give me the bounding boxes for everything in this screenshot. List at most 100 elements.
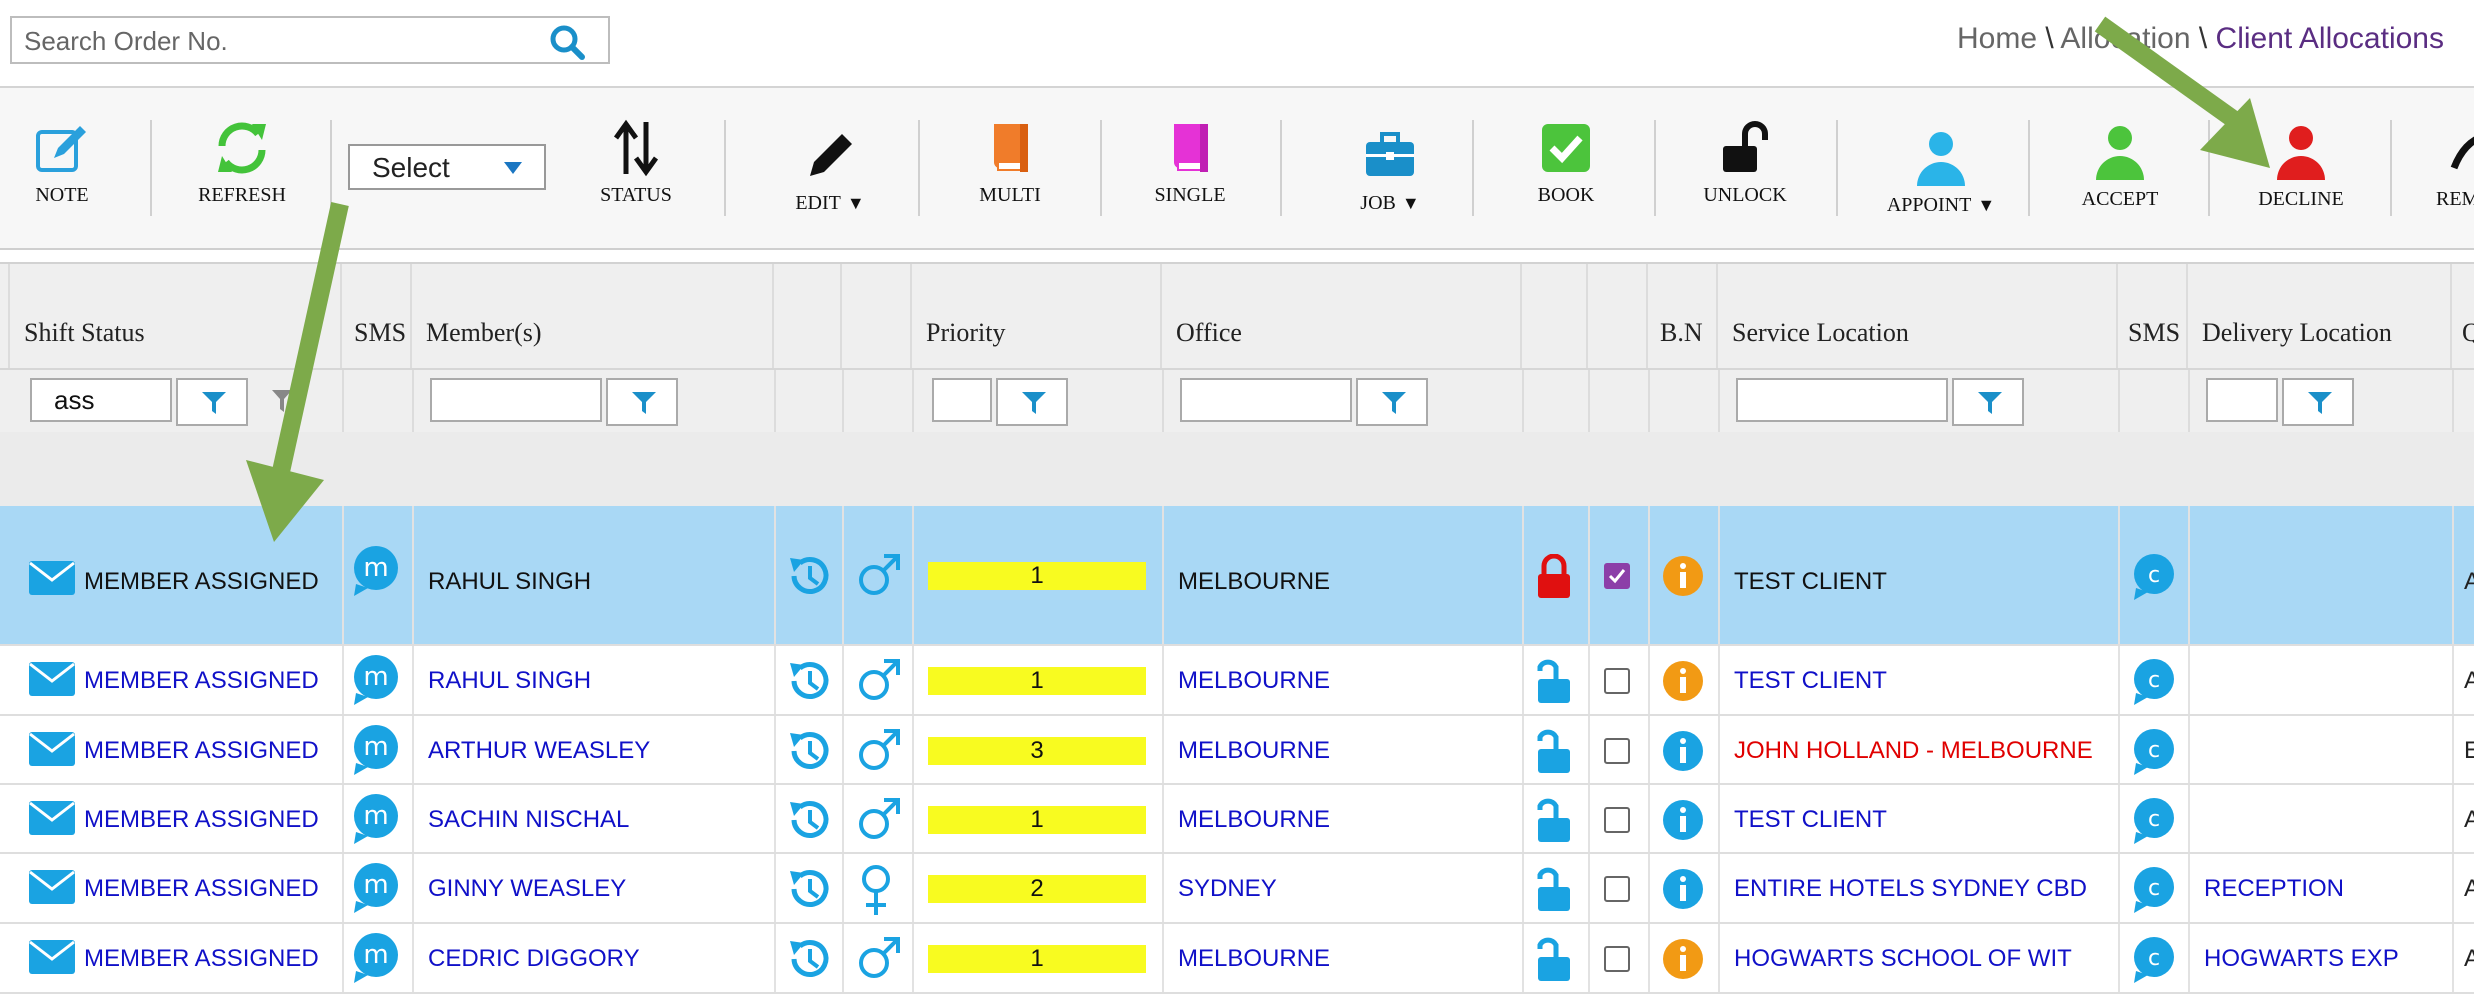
envelope-icon[interactable]: [28, 937, 76, 977]
rem-button[interactable]: REM: [2436, 122, 2474, 211]
envelope-icon[interactable]: [28, 558, 76, 598]
shift-status-cell[interactable]: MEMBER ASSIGNED: [84, 568, 319, 596]
lock-icon[interactable]: [1534, 554, 1574, 600]
unlock-button[interactable]: UNLOCK: [1700, 118, 1790, 207]
column-header-sms-2[interactable]: SMS: [2118, 264, 2188, 370]
member-cell[interactable]: CEDRIC DIGGORY: [428, 945, 640, 973]
delivery-location-cell[interactable]: RECEPTION: [2204, 875, 2344, 903]
row-checkbox[interactable]: [1604, 946, 1630, 972]
table-row[interactable]: MEMBER ASSIGNED m RAHUL SINGH 1 MELBOURNE TES…: [0, 646, 2474, 716]
service-location-cell[interactable]: ENTIRE HOTELS SYDNEY CBD: [1734, 875, 2087, 903]
job-button[interactable]: JOB ▼: [1340, 126, 1440, 215]
refresh-button[interactable]: REFRESH: [192, 118, 292, 207]
member-cell[interactable]: SACHIN NISCHAL: [428, 806, 629, 834]
info-icon[interactable]: [1662, 799, 1704, 841]
shift-status-cell[interactable]: MEMBER ASSIGNED: [84, 875, 319, 903]
member-cell[interactable]: GINNY WEASLEY: [428, 875, 626, 903]
multi-button[interactable]: MULTI: [970, 118, 1050, 207]
envelope-icon[interactable]: [28, 659, 76, 699]
chat-icon[interactable]: c: [2130, 935, 2178, 983]
chat-icon[interactable]: c: [2130, 865, 2178, 913]
column-header-delivery-location[interactable]: Delivery Location: [2188, 264, 2452, 370]
priority-filter-input[interactable]: [932, 378, 992, 422]
office-cell[interactable]: MELBOURNE: [1178, 806, 1330, 834]
member-cell[interactable]: RAHUL SINGH: [428, 568, 591, 596]
row-checkbox[interactable]: [1604, 668, 1630, 694]
shift-status-filter-button[interactable]: [176, 378, 248, 426]
shift-status-filter-input[interactable]: ass: [30, 378, 172, 422]
office-cell[interactable]: MELBOURNE: [1178, 667, 1330, 695]
delivery-location-cell[interactable]: HOGWARTS EXP: [2204, 945, 2399, 973]
unlock-icon[interactable]: [1534, 865, 1574, 913]
member-cell[interactable]: RAHUL SINGH: [428, 667, 591, 695]
book-button[interactable]: BOOK: [1526, 118, 1606, 207]
chat-icon[interactable]: m: [350, 931, 402, 983]
column-header-bn[interactable]: B.N: [1648, 264, 1718, 370]
service-location-cell[interactable]: TEST CLIENT: [1734, 806, 1887, 834]
unlock-icon[interactable]: [1534, 657, 1574, 705]
edit-button[interactable]: EDIT ▼: [780, 126, 880, 215]
unlock-icon[interactable]: [1534, 935, 1574, 983]
shift-status-cell[interactable]: MEMBER ASSIGNED: [84, 806, 319, 834]
info-icon[interactable]: [1662, 938, 1704, 980]
service-location-cell[interactable]: TEST CLIENT: [1734, 667, 1887, 695]
table-row[interactable]: MEMBER ASSIGNED m ARTHUR WEASLEY 3 MELBOURNE…: [0, 716, 2474, 785]
column-header-service-location[interactable]: Service Location: [1718, 264, 2118, 370]
row-checkbox[interactable]: [1604, 737, 1630, 764]
member-cell[interactable]: ARTHUR WEASLEY: [428, 737, 650, 765]
history-icon[interactable]: [784, 552, 832, 600]
chat-icon[interactable]: c: [2130, 657, 2178, 705]
office-filter-button[interactable]: [1356, 378, 1428, 426]
shift-status-cell[interactable]: MEMBER ASSIGNED: [84, 667, 319, 695]
column-header-q[interactable]: Q: [2452, 264, 2474, 370]
status-select[interactable]: Select: [348, 144, 546, 190]
priority-filter-button[interactable]: [996, 378, 1068, 426]
envelope-icon[interactable]: [28, 798, 76, 838]
info-icon[interactable]: [1662, 660, 1704, 702]
table-row[interactable]: MEMBER ASSIGNED m SACHIN NISCHAL 1 MELBOURNE…: [0, 785, 2474, 854]
unlock-icon[interactable]: [1534, 796, 1574, 844]
chat-icon[interactable]: c: [2130, 552, 2178, 600]
office-cell[interactable]: MELBOURNE: [1178, 737, 1330, 765]
search-input[interactable]: [22, 22, 546, 60]
row-checkbox[interactable]: [1604, 806, 1630, 833]
row-checkbox[interactable]: [1604, 563, 1630, 589]
shift-status-cell[interactable]: MEMBER ASSIGNED: [84, 945, 319, 973]
service-location-filter-button[interactable]: [1952, 378, 2024, 426]
history-icon[interactable]: [784, 657, 832, 705]
office-cell[interactable]: MELBOURNE: [1178, 945, 1330, 973]
chat-icon[interactable]: m: [350, 792, 402, 844]
chat-icon[interactable]: m: [350, 723, 402, 775]
appoint-button[interactable]: APPOINT ▼: [1876, 128, 2006, 217]
chat-icon[interactable]: m: [350, 544, 402, 596]
column-header-priority[interactable]: Priority: [912, 264, 1162, 370]
info-icon[interactable]: [1662, 555, 1704, 597]
breadcrumb-home[interactable]: Home: [1957, 22, 2037, 55]
office-cell[interactable]: SYDNEY: [1178, 875, 1277, 903]
chat-icon[interactable]: c: [2130, 796, 2178, 844]
chat-icon[interactable]: m: [350, 861, 402, 913]
chat-icon[interactable]: m: [350, 653, 402, 705]
history-icon[interactable]: [784, 796, 832, 844]
table-row[interactable]: MEMBER ASSIGNED m GINNY WEASLEY 2 SYDNEY ENTI…: [0, 854, 2474, 924]
info-icon[interactable]: [1662, 730, 1704, 772]
status-button[interactable]: STATUS: [596, 118, 676, 207]
members-filter-input[interactable]: [430, 378, 602, 422]
delivery-location-filter-button[interactable]: [2282, 378, 2354, 426]
table-row[interactable]: MEMBER ASSIGNED m CEDRIC DIGGORY 1 MELBOURNE…: [0, 924, 2474, 994]
delivery-location-filter-input[interactable]: [2206, 378, 2278, 422]
history-icon[interactable]: [784, 865, 832, 913]
envelope-icon[interactable]: [28, 867, 76, 907]
chat-icon[interactable]: c: [2130, 727, 2178, 775]
service-location-cell[interactable]: HOGWARTS SCHOOL OF WIT: [1734, 945, 2072, 973]
note-button[interactable]: NOTE: [22, 118, 102, 207]
envelope-icon[interactable]: [28, 729, 76, 769]
service-location-cell[interactable]: JOHN HOLLAND - MELBOURNE: [1734, 737, 2093, 765]
office-cell[interactable]: MELBOURNE: [1178, 568, 1330, 596]
service-location-cell[interactable]: TEST CLIENT: [1734, 568, 1887, 596]
history-icon[interactable]: [784, 935, 832, 983]
history-icon[interactable]: [784, 727, 832, 775]
info-icon[interactable]: [1662, 868, 1704, 910]
column-header-members[interactable]: Member(s): [412, 264, 774, 370]
unlock-icon[interactable]: [1534, 727, 1574, 775]
